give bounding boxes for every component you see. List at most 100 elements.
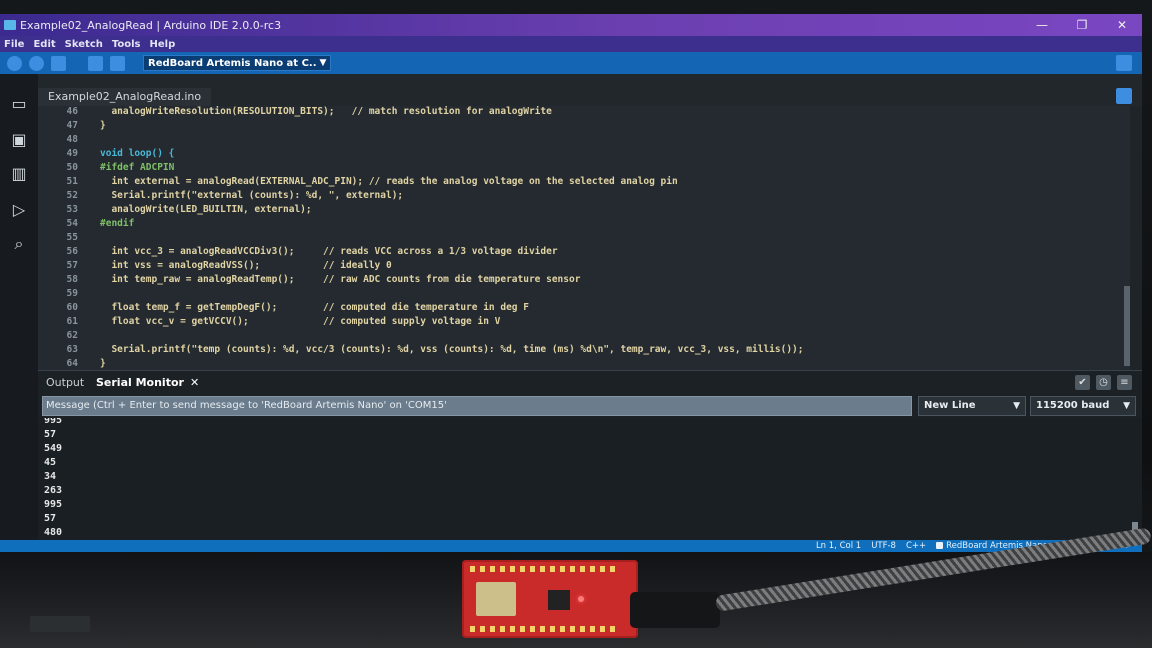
code-line: 46 analogWriteResolution(RESOLUTION_BITS… <box>38 106 1130 120</box>
serial-line: 480 <box>44 527 63 538</box>
minimize-button[interactable]: — <box>1022 18 1062 32</box>
code-text: void loop() { <box>100 148 175 159</box>
baud-rate-select[interactable]: 115200 baud ▼ <box>1030 396 1136 416</box>
code-text: Serial.printf("external (counts): %d, ",… <box>100 190 404 201</box>
line-number: 48 <box>66 134 78 145</box>
verify-button[interactable] <box>7 55 22 71</box>
serial-line: 57 <box>44 429 57 440</box>
line-number: 62 <box>66 330 78 341</box>
code-line: 49 void loop() { <box>38 148 1130 162</box>
serial-message-input[interactable]: Message (Ctrl + Enter to send message to… <box>42 396 912 416</box>
editor-tabs: Example02_AnalogRead.ino <box>38 74 1142 106</box>
code-text: float vcc_v = getVCCV(); // computed sup… <box>100 316 501 327</box>
close-button[interactable]: ✕ <box>1102 18 1142 32</box>
upload-button[interactable] <box>29 55 44 71</box>
menu-help[interactable]: Help <box>150 39 176 50</box>
panel-icons: ✔ ◷ ≡ <box>1075 375 1132 390</box>
line-number: 64 <box>66 358 78 369</box>
code-line: 59 <box>38 288 1130 302</box>
artemis-module <box>476 582 516 616</box>
code-line: 53 analogWrite(LED_BUILTIN, external); <box>38 204 1130 218</box>
debug-button[interactable] <box>51 55 66 71</box>
code-text: Serial.printf("temp (counts): %d, vcc/3 … <box>100 344 804 355</box>
clock-icon[interactable]: ◷ <box>1096 375 1111 390</box>
code-line: 56 int vcc_3 = analogReadVCCDiv3(); // r… <box>38 246 1130 260</box>
code-line: 54 #endif <box>38 218 1130 232</box>
code-line: 52 Serial.printf("external (counts): %d,… <box>38 190 1130 204</box>
window-title: Example02_AnalogRead | Arduino IDE 2.0.0… <box>20 18 282 32</box>
output-panel-tabs: Output Serial Monitor ✕ ✔ ◷ ≡ <box>38 370 1142 394</box>
menu-icon[interactable]: ≡ <box>1117 375 1132 390</box>
serial-line: 549 <box>44 443 63 454</box>
file-encoding[interactable]: UTF-8 <box>871 541 896 551</box>
tab-serial-monitor[interactable]: Serial Monitor ✕ <box>96 376 199 389</box>
menu-tools[interactable]: Tools <box>112 39 141 50</box>
serial-monitor-output: 995 57 549 45 34 263 995 57 480 <box>38 418 1142 540</box>
code-line: 55 <box>38 232 1130 246</box>
board-selector-label: RedBoard Artemis Nano at C... <box>148 57 316 69</box>
line-number: 59 <box>66 288 78 299</box>
open-sketch-button[interactable] <box>110 55 125 71</box>
line-number: 61 <box>66 316 78 327</box>
line-number: 56 <box>66 246 78 257</box>
close-icon[interactable]: ✕ <box>190 376 199 389</box>
code-text: analogWriteResolution(RESOLUTION_BITS); … <box>100 106 552 117</box>
line-number: 54 <box>66 218 78 229</box>
serial-line: 995 <box>44 418 63 426</box>
line-number: 52 <box>66 190 78 201</box>
monitor-foot <box>30 616 90 632</box>
code-editor[interactable]: 46 analogWriteResolution(RESOLUTION_BITS… <box>38 106 1130 370</box>
code-text: int vcc_3 = analogReadVCCDiv3(); // read… <box>100 246 558 257</box>
line-number: 55 <box>66 232 78 243</box>
serial-line: 57 <box>44 513 57 524</box>
code-line: 63 Serial.printf("temp (counts): %d, vcc… <box>38 344 1130 358</box>
check-icon[interactable]: ✔ <box>1075 375 1090 390</box>
toolbar: RedBoard Artemis Nano at C... ▼ <box>0 52 1142 74</box>
arduino-ide-window: Example02_AnalogRead | Arduino IDE 2.0.0… <box>0 14 1142 552</box>
code-line: 50 #ifdef ADCPIN <box>38 162 1130 176</box>
title-bar: Example02_AnalogRead | Arduino IDE 2.0.0… <box>0 14 1142 36</box>
tab-output[interactable]: Output <box>46 376 84 389</box>
serial-monitor-button[interactable] <box>1116 55 1132 71</box>
line-number: 57 <box>66 260 78 271</box>
search-icon[interactable]: ⌕ <box>9 234 29 254</box>
menu-file[interactable]: File <box>4 39 24 50</box>
code-line: 47} <box>38 120 1130 134</box>
menu-bar: File Edit Sketch Tools Help <box>0 36 1142 52</box>
board-icon <box>936 542 944 549</box>
new-sketch-button[interactable] <box>88 55 103 71</box>
code-text: float temp_f = getTempDegF(); // compute… <box>100 302 529 313</box>
board-icon[interactable]: ▣ <box>9 130 29 150</box>
line-ending-label: New Line <box>924 400 976 411</box>
code-text: int temp_raw = analogReadTemp(); // raw … <box>100 274 581 285</box>
editor-scrollbar[interactable] <box>1124 286 1130 366</box>
folder-icon[interactable]: ▭ <box>9 94 29 114</box>
debug-icon[interactable]: ▷ <box>9 200 29 220</box>
activity-sidebar: ▭ ▣ ▥ ▷ ⌕ <box>0 74 38 540</box>
code-text: #ifdef ADCPIN <box>100 162 175 173</box>
menu-edit[interactable]: Edit <box>33 39 55 50</box>
code-line: 61 float vcc_v = getVCCV(); // computed … <box>38 316 1130 330</box>
library-icon[interactable]: ▥ <box>9 164 29 184</box>
maximize-button[interactable]: ❐ <box>1062 18 1102 32</box>
line-number: 51 <box>66 176 78 187</box>
code-line: 57 int vss = analogReadVSS(); // ideally… <box>38 260 1130 274</box>
code-line: 64} <box>38 358 1130 370</box>
line-ending-select[interactable]: New Line ▼ <box>918 396 1026 416</box>
file-tab[interactable]: Example02_AnalogRead.ino <box>38 88 212 106</box>
status-bar: Ln 1, Col 1 UTF-8 C++ RedBoard Artemis N… <box>0 540 1142 552</box>
line-number: 58 <box>66 274 78 285</box>
language-mode[interactable]: C++ <box>906 541 926 551</box>
chevron-down-icon: ▼ <box>319 58 327 68</box>
menu-sketch[interactable]: Sketch <box>65 39 103 50</box>
code-text: } <box>100 120 106 131</box>
code-line: 62 <box>38 330 1130 344</box>
line-number: 47 <box>66 120 78 131</box>
line-number: 53 <box>66 204 78 215</box>
serial-line: 995 <box>44 499 63 510</box>
serial-plotter-button[interactable] <box>1116 88 1132 104</box>
code-text: int external = analogRead(EXTERNAL_ADC_P… <box>100 176 678 187</box>
board-selector[interactable]: RedBoard Artemis Nano at C... ▼ <box>143 55 331 71</box>
usb-chip <box>548 590 570 610</box>
cursor-position[interactable]: Ln 1, Col 1 <box>816 541 861 551</box>
